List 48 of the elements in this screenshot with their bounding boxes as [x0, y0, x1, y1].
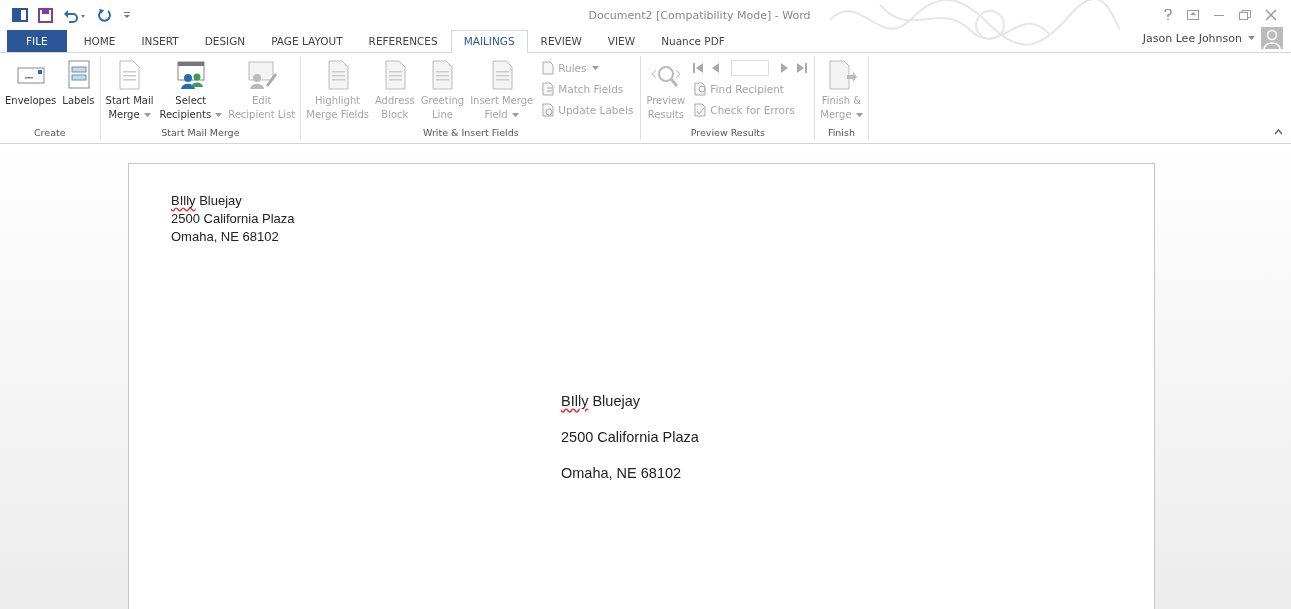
search-icon [693, 82, 708, 96]
ribbon-button[interactable]: Start Mail Merge [103, 59, 156, 127]
customize-icon[interactable] [122, 10, 132, 20]
delivery-address-line: BIlly Bluejay [561, 392, 640, 411]
ribbon-tab[interactable]: INSERT [128, 30, 192, 52]
group-label: Start Mail Merge [160, 127, 241, 140]
redo-icon[interactable] [97, 7, 112, 23]
delivery-address-line: Omaha, NE 68102 [561, 464, 682, 483]
close-icon[interactable] [1265, 9, 1277, 21]
ribbon-tab[interactable]: MAILINGS [450, 30, 528, 53]
caret-icon[interactable] [1248, 36, 1255, 40]
group-label: Create [32, 127, 67, 140]
ribbon-tab[interactable]: DESIGN [191, 30, 259, 52]
previous-record-icon[interactable] [712, 63, 721, 73]
ribbon-tab[interactable]: PAGE LAYOUT [258, 30, 356, 52]
ribbon-tab[interactable]: FILE [7, 30, 67, 52]
document-icon [541, 61, 556, 75]
return-address-line: Omaha, NE 68102 [171, 228, 279, 246]
word-logo-icon[interactable] [12, 7, 28, 23]
ribbon-button[interactable]: Select Recipients [157, 59, 225, 127]
collapse-ribbon-icon[interactable] [1274, 129, 1283, 135]
help-icon[interactable] [1163, 9, 1173, 21]
window-title: Document2 [Compatibility Mode] - Word [587, 8, 812, 22]
ribbon-button[interactable]: Envelopes [3, 59, 59, 127]
return-address-line: BIlly Bluejay [171, 192, 242, 210]
return-address-line: 2500 California Plaza [171, 210, 295, 228]
ribbon-display-icon[interactable] [1187, 10, 1199, 20]
next-record-icon[interactable] [780, 63, 789, 73]
ribbon-tab[interactable]: Nuance PDF [648, 30, 738, 52]
group-label: Finish [826, 127, 856, 140]
people-icon [174, 59, 207, 91]
document-icon [541, 103, 556, 117]
ribbon-tab[interactable]: REFERENCES [355, 30, 451, 52]
restore-icon[interactable] [1239, 10, 1251, 20]
last-record-icon[interactable] [795, 63, 808, 73]
ribbon-tab[interactable]: REVIEW [527, 30, 595, 52]
group-label: Preview Results [689, 127, 766, 140]
group-label: Write & Insert Fields [421, 127, 520, 140]
document-icon [541, 82, 556, 96]
user-name[interactable]: Jason Lee Johnson [1142, 31, 1242, 45]
ribbon-tab[interactable]: VIEW [594, 30, 649, 52]
ribbon-tab[interactable]: HOME [70, 30, 129, 52]
save-icon[interactable] [38, 7, 53, 23]
ribbon-button[interactable]: Labels [60, 59, 97, 127]
check-document-icon [693, 103, 708, 117]
delivery-address-line: 2500 California Plaza [561, 428, 699, 447]
edit-icon [245, 59, 278, 91]
avatar-icon[interactable] [1261, 27, 1283, 49]
